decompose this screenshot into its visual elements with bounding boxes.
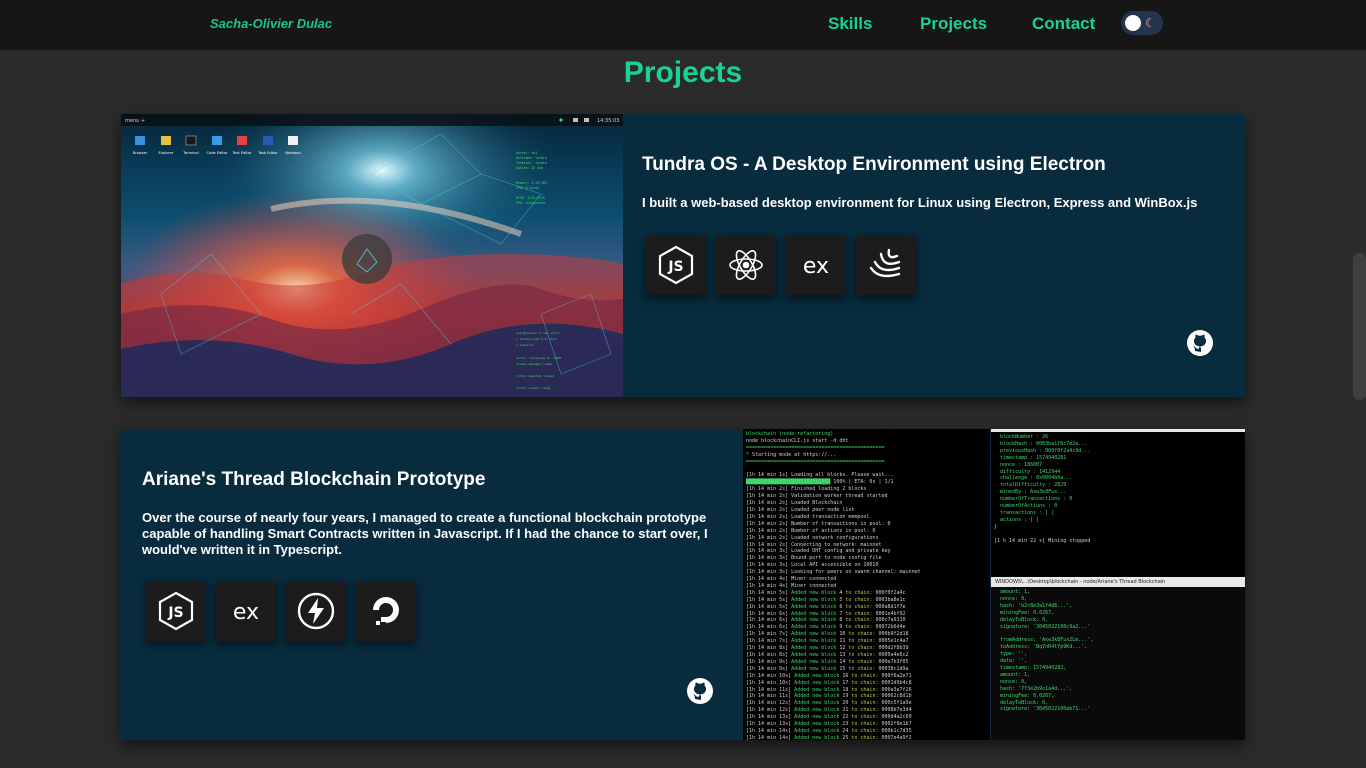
svg-text:[info] winbox ready: [info] winbox ready [516,386,551,390]
project-title: Tundra OS - A Desktop Environment using … [642,154,1106,175]
express-icon: ex [786,235,846,295]
terminal-command: node blockchainCLI.js start -d dht [746,437,849,444]
desktop-icon-label: Code Editor [207,151,229,155]
svg-text:JS: JS [167,605,183,621]
svg-text:ex: ex [803,254,829,279]
project-card-ariane-blockchain: Ariane's Thread Blockchain Prototype Ove… [120,429,1245,740]
svg-text:JS: JS [667,259,683,275]
scrollbar-thumb[interactable] [1353,253,1366,400]
svg-text:Terminal: tundra: Terminal: tundra [516,161,547,165]
navbar: Sacha-Olivier Dulac Skills Projects Cont… [0,0,1366,50]
svg-text:DISK: 211G/512G: DISK: 211G/512G [516,196,545,200]
svg-text:[info] desktop loaded: [info] desktop loaded [516,374,554,378]
nav-link-skills[interactable]: Skills [828,14,872,34]
toggle-knob [1125,15,1141,31]
moon-icon: ☾ [1145,16,1156,30]
nodejs-icon: JS [146,581,206,641]
svg-text:server listening on :3000: server listening on :3000 [516,356,561,360]
github-icon[interactable] [686,677,714,705]
svg-text:Hostname: tundra: Hostname: tundra [516,156,547,160]
desktop-icon-label: Terminal [182,151,198,155]
brand-name[interactable]: Sacha-Olivier Dulac [210,16,332,31]
svg-text:user@tundra:~$ npm start: user@tundra:~$ npm start [516,331,560,335]
express-icon: ex [216,581,276,641]
desktop-icon-label: Notepad [285,151,300,155]
nav-link-projects[interactable]: Projects [920,14,987,34]
project-card-tundra-os: menu + 14:35:03 Browser Explorer Termina… [121,114,1246,397]
svg-text:GPU: integrated: GPU: integrated [516,201,545,205]
tundra-desktop-screenshot: menu + 14:35:03 Browser Explorer Termina… [121,114,623,397]
terminal-status: Starting mode at https://... [752,451,837,458]
tech-icons-row: JS ex [146,581,416,641]
svg-text:window manager ready: window manager ready [516,362,552,366]
project-description: I built a web-based desktop environment … [642,195,1198,210]
svg-text:Kernel: x64: Kernel: x64 [516,151,537,155]
desktop-icon-label: Text Editor [231,151,252,155]
svg-text:CPU: 8 cores: CPU: 8 cores [516,186,539,190]
project-title: Ariane's Thread Blockchain Prototype [142,469,486,490]
svg-text:Memory: 4.2G/16G: Memory: 4.2G/16G [516,181,547,185]
tech-icons-row: JS ex [646,235,916,295]
desktop-icon-label: Explorer [159,151,174,155]
desktop-icon-label: Browser [133,151,148,155]
svg-text:Uptime: 2h 44m: Uptime: 2h 44m [516,166,543,170]
nodejs-icon: JS [646,235,706,295]
section-title: Projects [623,56,743,89]
taskbar-menu: menu + [125,118,145,124]
taskbar-clock: 14:35:03 [597,118,619,124]
desktop-icon-label: Task Editor [257,151,278,155]
winbox-icon [856,235,916,295]
svg-text:> tundra-os@1.0.0 start: > tundra-os@1.0.0 start [516,337,558,341]
github-icon[interactable] [1186,329,1214,357]
project-screenshot: menu + 14:35:03 Browser Explorer Termina… [121,114,623,397]
project-screenshot: blockchain (node-refactoring) node block… [743,429,1245,740]
digitalocean-icon [356,581,416,641]
electron-icon [716,235,776,295]
svg-text:ex: ex [233,600,259,625]
blockchain-window: amount: 1, nonce: 0, hash: 'b2c8e3a1f4d6… [991,577,1245,740]
project-description: Over the course of nearly four years, I … [142,510,708,557]
svg-text:> electron .: > electron . [516,343,538,347]
nav-link-contact[interactable]: Contact [1032,14,1095,34]
blockchain-terminal-right: blockNumber : 26 blockHash : 0003ba1f8c7… [991,429,1245,577]
mining-stopped-text: [1 h 14 min 22 s] Mining stopped [994,537,1091,544]
blockchain-terminal-left: blockchain (node-refactoring) node block… [743,429,990,740]
theme-toggle[interactable]: ☾ [1121,11,1163,35]
socketio-icon [286,581,346,641]
window-title-bar: WINDOWS\...\Desktop\blockchain - node/Ar… [991,577,1245,587]
